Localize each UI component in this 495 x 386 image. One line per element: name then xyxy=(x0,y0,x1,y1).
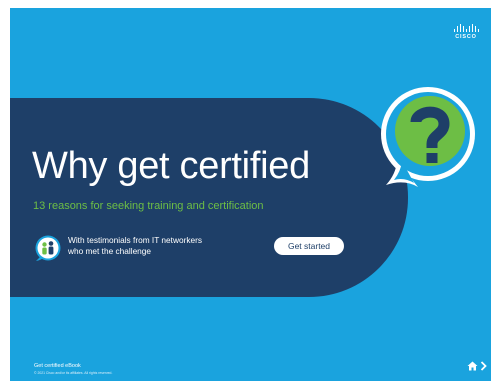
footer-copyright: © 2021 Cisco and/or its affiliates. All … xyxy=(34,371,113,375)
home-icon[interactable] xyxy=(467,361,478,371)
cisco-logo-text: CISCO xyxy=(455,34,477,40)
page-subtitle: 13 reasons for seeking training and cert… xyxy=(33,200,264,212)
footer-title: Get certified eBook xyxy=(34,363,81,369)
testimonial-people-icon xyxy=(35,235,61,261)
chevron-right-icon[interactable] xyxy=(480,361,487,371)
question-bubble-icon xyxy=(381,87,475,187)
get-started-button[interactable]: Get started xyxy=(274,237,344,255)
hero-banner xyxy=(10,98,408,297)
cisco-logo: CISCO xyxy=(451,24,481,40)
cisco-logo-bars xyxy=(451,24,481,32)
testimonial-line-1: With testimonials from IT networkers xyxy=(68,235,203,245)
page-title: Why get certified xyxy=(32,145,310,187)
footer-navigation xyxy=(467,361,487,371)
ebook-cover-page: CISCO Why get certified 13 reasons for s… xyxy=(10,8,491,381)
testimonial-line-2: who met the challenge xyxy=(68,246,152,256)
testimonial-text: With testimonials from IT networkers who… xyxy=(68,235,248,257)
